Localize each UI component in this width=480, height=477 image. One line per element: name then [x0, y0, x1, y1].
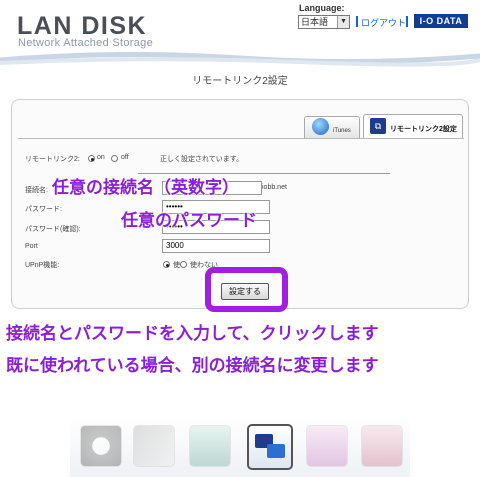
domain-suffix: iobb.net: [262, 184, 287, 191]
upnp-nouse-radio[interactable]: [180, 261, 187, 268]
port-input[interactable]: 3000: [162, 239, 270, 253]
remote-off-radio[interactable]: [111, 155, 118, 162]
remote-link-glyph: [255, 434, 285, 458]
upnp-use-radio[interactable]: [163, 261, 170, 268]
tab-remote-link-label: リモートリンク2設定: [390, 126, 457, 133]
separator: [406, 16, 408, 27]
port-label: Port: [25, 243, 38, 250]
logo-title: LAN DISK: [17, 12, 148, 40]
chevron-down-icon: ▼: [337, 16, 349, 28]
instruction-line-2: 既に使われている場合、別の接続名に変更します: [6, 356, 379, 375]
logout-link[interactable]: ログアウト: [361, 16, 406, 29]
logout-label: ログアウト: [361, 18, 407, 28]
page-title: リモートリンク2設定: [192, 76, 288, 87]
tab-itunes-label: iTunes: [333, 128, 351, 134]
remote-on-label: on: [97, 154, 105, 161]
password-label: パスワード:: [25, 206, 62, 213]
upnp-label: UPnP機能:: [25, 262, 60, 269]
logo-subtitle: Network Attached Storage: [18, 37, 153, 49]
header-swoosh: [0, 52, 480, 67]
language-label: Language:: [299, 3, 345, 13]
power-icon[interactable]: [80, 425, 122, 467]
password-confirm-label: パスワード(確認):: [25, 226, 81, 233]
separator: [356, 16, 358, 27]
share-icon[interactable]: [306, 425, 348, 467]
language-select[interactable]: 日本語 ▼: [298, 15, 350, 29]
brand-logo: I-O DATA: [414, 14, 468, 28]
remote-on-radio[interactable]: [88, 155, 95, 162]
conn-name-note: 任意の接続名（英数字）: [52, 178, 239, 197]
remote-link-label: リモートリンク2:: [25, 156, 80, 163]
itunes-icon: [312, 118, 329, 135]
media-icon[interactable]: [361, 425, 403, 467]
remote-link-icon: ⧉: [370, 118, 386, 134]
language-value: 日本語: [301, 17, 329, 27]
remote-link-icon[interactable]: [247, 424, 293, 470]
tools-icon[interactable]: [133, 425, 175, 467]
conn-name-label: 接続名:: [25, 187, 48, 194]
status-text: 正しく設定されています。: [160, 156, 244, 163]
users-icon[interactable]: [189, 425, 231, 467]
tab-underline: [18, 138, 464, 139]
submit-button[interactable]: 設定する: [221, 283, 269, 300]
instruction-line-1: 接続名とパスワードを入力して、クリックします: [6, 324, 379, 343]
password-note: 任意のパスワード: [121, 211, 257, 230]
remote-off-label: off: [121, 154, 129, 161]
